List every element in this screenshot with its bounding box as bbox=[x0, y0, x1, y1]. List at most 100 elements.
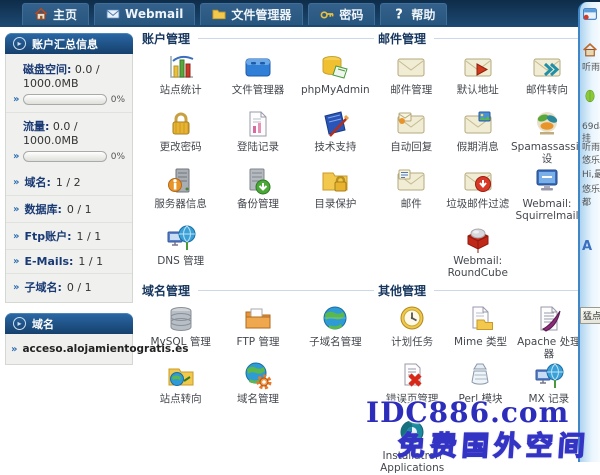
serverinfo-icon bbox=[166, 166, 196, 196]
chart-icon bbox=[166, 52, 196, 82]
app-mail-forward[interactable]: 邮件转向 bbox=[511, 52, 583, 109]
spamassassin-icon bbox=[532, 109, 562, 139]
app-loginlog[interactable]: 登陆记录 bbox=[219, 109, 296, 166]
app-label: 自动回复 bbox=[390, 141, 432, 153]
meter-label: 流量: bbox=[23, 120, 49, 133]
app-globe-gear[interactable]: 域名管理 bbox=[219, 361, 296, 418]
app-apache[interactable]: Apache 处理器 bbox=[515, 304, 583, 361]
watermark-slogan: 免费国外空间 bbox=[397, 424, 592, 463]
home-icon bbox=[34, 7, 48, 21]
app-label: 子域名管理 bbox=[309, 336, 362, 348]
nav-tab-2[interactable]: 文件管理器 bbox=[200, 3, 303, 25]
dirprotect-icon bbox=[320, 166, 350, 196]
chevron-right-icon: » bbox=[13, 151, 19, 162]
dns-icon bbox=[166, 223, 196, 253]
section-title: 域名管理 bbox=[142, 282, 190, 299]
divider bbox=[198, 38, 374, 39]
app-label: 计划任务 bbox=[391, 336, 433, 348]
domain-link[interactable]: »acceso.alojamientogratis.es bbox=[6, 336, 132, 362]
app-serverinfo[interactable]: 服务器信息 bbox=[142, 166, 219, 223]
stat-row-2: » Ftp账户: 1 / 1 bbox=[6, 223, 132, 250]
app-mysql[interactable]: MySQL 管理 bbox=[142, 304, 219, 361]
app-mail-default[interactable]: 默认地址 bbox=[445, 52, 512, 109]
usage-meter-0: 磁盘空间: 0.0 / 1000.0MB»0% bbox=[6, 56, 132, 113]
progress-bar bbox=[23, 94, 106, 105]
nav-tab-4[interactable]: ?帮助 bbox=[380, 3, 447, 25]
chat-text-fragment: 听雨 bbox=[582, 140, 600, 153]
chat-text-fragment: 悠乐 bbox=[582, 153, 600, 166]
apache-icon bbox=[534, 304, 564, 334]
monitor-icon bbox=[532, 166, 562, 196]
spam-filter-icon bbox=[463, 166, 493, 196]
section-0: 账户管理站点统计文件管理器phpMyAdmin 更改密码 登陆记录技术支持服务器信息… bbox=[140, 30, 376, 282]
app-site-redirect[interactable]: 站点转向 bbox=[142, 361, 219, 418]
app-lock[interactable]: 更改密码 bbox=[142, 109, 219, 166]
app-spam-filter[interactable]: 垃圾邮件过滤 bbox=[445, 166, 512, 223]
section-title: 账户管理 bbox=[142, 30, 190, 47]
nav-tab-1[interactable]: Webmail bbox=[94, 3, 195, 25]
chevron-right-icon: » bbox=[13, 204, 19, 215]
app-mail-vacation[interactable]: 假期消息 bbox=[445, 109, 512, 166]
app-monitor[interactable]: Webmail: Squirrelmail bbox=[511, 166, 583, 223]
app-mail[interactable]: 邮件管理 bbox=[378, 52, 445, 109]
app-mail-list[interactable]: 邮件 bbox=[378, 166, 445, 223]
stat-value: 1 / 1 bbox=[77, 230, 102, 243]
divider bbox=[434, 290, 583, 291]
mime-icon bbox=[465, 304, 495, 334]
nav-tab-0[interactable]: 主页 bbox=[22, 3, 89, 25]
stat-value: 1 / 1 bbox=[78, 255, 103, 268]
perl-icon bbox=[465, 361, 495, 391]
app-label: MySQL 管理 bbox=[150, 336, 210, 348]
app-support[interactable]: 技术支持 bbox=[297, 109, 374, 166]
chat-text-fragment[interactable]: 猛点 bbox=[580, 307, 600, 324]
stat-value: 1 / 2 bbox=[56, 176, 81, 189]
account-summary-title: 账户汇总信息 bbox=[32, 36, 98, 52]
app-label: 垃圾邮件过滤 bbox=[446, 198, 509, 210]
account-summary-box: ▸ 账户汇总信息 磁盘空间: 0.0 / 1000.0MB»0%流量: 0.0 … bbox=[5, 33, 133, 303]
meter-percent: 0% bbox=[111, 152, 125, 162]
nav-tab-3[interactable]: 密码 bbox=[308, 3, 375, 25]
app-globe[interactable]: 子域名管理 bbox=[297, 304, 374, 361]
app-mail-autoreply[interactable]: 自动回复 bbox=[378, 109, 445, 166]
divider bbox=[198, 290, 374, 291]
app-label: 邮件管理 bbox=[390, 84, 432, 96]
app-label: 假期消息 bbox=[457, 141, 499, 153]
filebox-icon bbox=[243, 52, 273, 82]
app-clock[interactable]: 计划任务 bbox=[378, 304, 446, 361]
backup-icon bbox=[243, 166, 273, 196]
app-roundcube[interactable]: Webmail: RoundCube bbox=[445, 223, 512, 280]
app-label: 站点转向 bbox=[160, 393, 202, 405]
globe-icon bbox=[320, 304, 350, 334]
stat-label: 子域名: bbox=[24, 279, 61, 295]
app-label: FTP 管理 bbox=[237, 336, 280, 348]
app-backup[interactable]: 备份管理 bbox=[219, 166, 296, 223]
mail-autoreply-icon bbox=[396, 109, 426, 139]
app-filebox[interactable]: 文件管理器 bbox=[219, 52, 296, 109]
app-phpmyadmin[interactable]: phpMyAdmin bbox=[297, 52, 374, 109]
app-chart[interactable]: 站点统计 bbox=[142, 52, 219, 109]
stat-label: Ftp账户: bbox=[24, 228, 71, 244]
app-dirprotect[interactable]: 目录保护 bbox=[297, 166, 374, 223]
sidebar: ▸ 账户汇总信息 磁盘空间: 0.0 / 1000.0MB»0%流量: 0.0 … bbox=[5, 33, 133, 375]
circle-arrow-icon: ▸ bbox=[13, 317, 26, 330]
error-page-icon bbox=[397, 361, 427, 391]
chat-popup-strip[interactable]: 听雨69da挂听雨悠乐Hi,最悠乐都A猛点 bbox=[578, 2, 600, 462]
app-label: Webmail: RoundCube bbox=[445, 255, 512, 279]
app-mime[interactable]: Mime 类型 bbox=[446, 304, 514, 361]
meter-label: 磁盘空间: bbox=[23, 63, 71, 76]
loginlog-icon bbox=[243, 109, 273, 139]
chat-text-fragment: 悠乐 bbox=[582, 182, 600, 195]
top-nav: 主页 Webmail 文件管理器密码?帮助 bbox=[0, 0, 600, 27]
app-dns[interactable]: DNS 管理 bbox=[142, 223, 219, 280]
mysql-icon bbox=[166, 304, 196, 334]
svg-text:?: ? bbox=[396, 8, 404, 21]
app-ftp[interactable]: FTP 管理 bbox=[219, 304, 296, 361]
mail-default-icon bbox=[463, 52, 493, 82]
chevron-right-icon: » bbox=[13, 231, 19, 242]
nav-tab-label: 主页 bbox=[53, 6, 77, 23]
usage-meter-1: 流量: 0.0 / 1000.0MB»0% bbox=[6, 113, 132, 169]
app-spamassassin[interactable]: Spamassassin 设 bbox=[511, 109, 583, 166]
nav-tab-label: Webmail bbox=[125, 7, 183, 21]
app-label: DNS 管理 bbox=[157, 255, 204, 267]
app-label: 更改密码 bbox=[160, 141, 202, 153]
